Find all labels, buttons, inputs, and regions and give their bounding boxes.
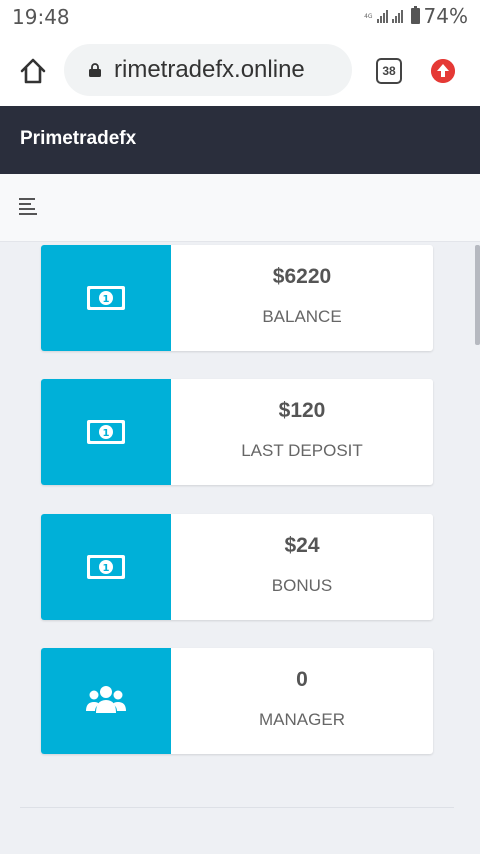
- hamburger-menu-icon[interactable]: [19, 198, 39, 215]
- svg-text:1: 1: [103, 294, 110, 305]
- svg-text:1: 1: [103, 563, 110, 574]
- manager-value: 0: [296, 668, 308, 691]
- footer-divider: [20, 807, 454, 808]
- balance-card: 1 $6220 BALANCE: [41, 245, 433, 351]
- card-icon-box: 1: [41, 514, 171, 620]
- manager-card: 0 MANAGER: [41, 648, 433, 754]
- battery-percent: 74%: [423, 4, 468, 28]
- last-deposit-value: $120: [278, 399, 326, 422]
- status-indicators: 4G 74%: [364, 4, 468, 28]
- money-bill-icon: 1: [87, 286, 125, 310]
- signal-icon-2: [391, 9, 403, 23]
- dashboard-content: 1 $6220 BALANCE 1 $120 LAST DEPOSIT 1 $2…: [0, 242, 480, 854]
- balance-value: $6220: [272, 265, 332, 288]
- users-icon: [86, 686, 126, 713]
- card-icon-box: 1: [41, 379, 171, 485]
- browser-url-bar: rimetradefx.online 38: [0, 34, 480, 106]
- last-deposit-label: LAST DEPOSIT: [241, 441, 363, 460]
- manager-label: MANAGER: [259, 710, 345, 729]
- money-bill-icon: 1: [87, 555, 125, 579]
- svg-text:1: 1: [103, 428, 110, 439]
- status-bar: 19:48 4G 74%: [0, 0, 480, 34]
- card-icon-box: [41, 648, 171, 754]
- page-scrollbar[interactable]: [475, 245, 480, 345]
- last-deposit-card: 1 $120 LAST DEPOSIT: [41, 379, 433, 485]
- app-header: Primetradefx: [0, 106, 480, 174]
- toolbar: [0, 174, 480, 242]
- network-type-label: 4G: [364, 12, 373, 20]
- signal-icon: [376, 9, 388, 23]
- address-field[interactable]: rimetradefx.online: [64, 44, 352, 96]
- brand-title[interactable]: Primetradefx: [20, 128, 136, 150]
- bonus-label: BONUS: [271, 576, 333, 595]
- battery-icon: [410, 6, 420, 24]
- balance-label: BALANCE: [262, 307, 342, 326]
- url-text: rimetradefx.online: [114, 56, 305, 83]
- money-bill-icon: 1: [87, 420, 125, 444]
- lock-icon: [89, 63, 101, 77]
- arrow-up-icon[interactable]: [431, 59, 455, 83]
- card-icon-box: 1: [41, 245, 171, 351]
- home-icon[interactable]: [18, 56, 48, 86]
- bonus-card: 1 $24 BONUS: [41, 514, 433, 620]
- bonus-value: $24: [284, 534, 320, 557]
- tab-switcher-button[interactable]: 38: [376, 58, 402, 84]
- status-time: 19:48: [12, 5, 70, 29]
